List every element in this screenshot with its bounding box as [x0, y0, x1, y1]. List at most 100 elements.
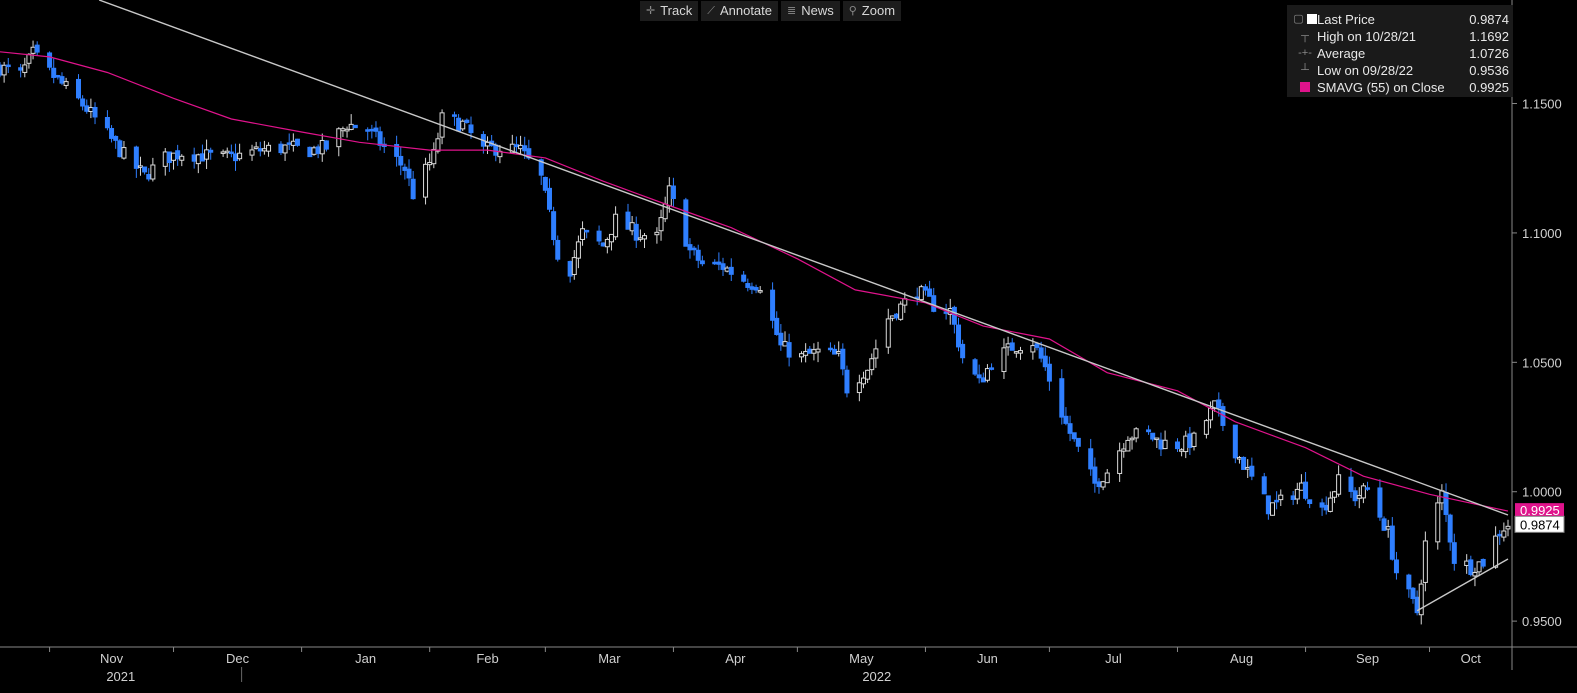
candle — [922, 283, 928, 296]
candle — [951, 305, 957, 334]
candles-group — [0, 40, 1511, 625]
track-button[interactable]: ✛ Track — [640, 1, 699, 21]
candle-body — [237, 152, 243, 160]
candle — [278, 141, 284, 156]
candle-body — [266, 144, 272, 152]
candle — [336, 127, 342, 157]
x-month-label: Dec — [226, 651, 250, 666]
candle — [439, 109, 445, 145]
candle-body — [5, 64, 11, 68]
candle — [749, 282, 755, 295]
candle-body — [836, 351, 842, 354]
candle-body — [1493, 535, 1499, 568]
candle-body — [1270, 502, 1276, 516]
candle-body — [1319, 502, 1325, 508]
candle-body — [869, 358, 875, 371]
candle — [121, 141, 127, 160]
candle — [989, 363, 995, 371]
candle — [1290, 490, 1296, 505]
candle — [18, 63, 24, 78]
candle-body — [885, 318, 891, 348]
price-chart[interactable]: 1.1500 1.1000 1.0500 1.0000 0.9500 Nov Dec Jan F… — [0, 0, 1577, 693]
candle-body — [117, 140, 123, 158]
candle-body — [1245, 466, 1251, 470]
candle-body — [1150, 432, 1156, 440]
legend-value: 0.9874 — [1469, 12, 1509, 27]
x-month-label: Jun — [977, 651, 998, 666]
candle — [257, 141, 263, 157]
candle — [5, 57, 11, 74]
candle — [1001, 338, 1007, 379]
candle — [1480, 558, 1486, 569]
candle — [695, 244, 701, 269]
candle-body — [171, 152, 177, 161]
candle — [782, 331, 788, 347]
x-month-label: May — [849, 651, 874, 666]
candle — [142, 166, 148, 175]
candle-body — [811, 349, 817, 354]
candle-body — [1158, 439, 1164, 450]
candle-body — [1290, 495, 1296, 500]
candle — [1360, 483, 1366, 504]
candle-body — [1129, 437, 1135, 441]
candle — [567, 260, 573, 283]
candle-body — [104, 116, 110, 129]
candle-body — [956, 324, 962, 348]
candle — [340, 126, 346, 137]
candle-body — [431, 148, 437, 165]
candle — [1203, 419, 1209, 439]
legend-value: 1.1692 — [1469, 29, 1509, 44]
candle-body — [377, 131, 383, 146]
candle-body — [1236, 457, 1242, 460]
candle — [1104, 469, 1110, 484]
candle-body — [1071, 432, 1077, 440]
candle-body — [604, 238, 610, 248]
candle — [670, 177, 676, 208]
candle — [1158, 432, 1164, 457]
candle — [811, 343, 817, 361]
candle-body — [109, 128, 115, 139]
candle — [456, 114, 462, 132]
candle — [22, 57, 28, 78]
candle — [179, 154, 185, 167]
candle-body — [960, 343, 966, 359]
candle — [1088, 438, 1094, 476]
candle-body — [551, 211, 557, 241]
candle — [220, 149, 226, 157]
candle — [683, 197, 689, 247]
chart-legend[interactable]: ▢ Last Price 0.9874 ┬ High on 10/28/21 1… — [1287, 5, 1513, 97]
news-button[interactable]: ≣ News — [781, 1, 840, 21]
candle — [1059, 369, 1065, 425]
candle — [224, 147, 230, 159]
candle-body — [88, 107, 94, 113]
candle — [1393, 551, 1399, 580]
average-marker-icon: -+- — [1298, 47, 1312, 59]
candle-body — [782, 341, 788, 347]
candle — [431, 142, 437, 169]
candle — [633, 216, 639, 248]
candle — [286, 133, 292, 150]
zoom-button[interactable]: ⚲ Zoom — [842, 1, 902, 21]
candle-body — [1001, 347, 1007, 373]
low-marker-icon: ┴ — [1301, 64, 1309, 76]
candle — [113, 135, 119, 149]
candle-body — [1009, 342, 1015, 351]
candle — [1261, 472, 1267, 495]
candle-body — [365, 129, 371, 132]
candle — [840, 343, 846, 376]
candle — [960, 339, 966, 364]
legend-label: Last Price — [1317, 12, 1375, 27]
candle-body — [1385, 526, 1391, 530]
candle-body — [687, 244, 693, 251]
candle-body — [344, 128, 350, 132]
candle — [1146, 425, 1152, 435]
track-label: Track — [660, 3, 693, 18]
candle-body — [522, 145, 528, 152]
candle — [885, 308, 891, 354]
annotate-button[interactable]: ⟋ Annotate — [701, 1, 778, 21]
candle-body — [642, 235, 648, 240]
candle-body — [873, 348, 879, 359]
candle — [542, 176, 548, 193]
candle — [34, 41, 40, 56]
candle — [1232, 424, 1238, 464]
